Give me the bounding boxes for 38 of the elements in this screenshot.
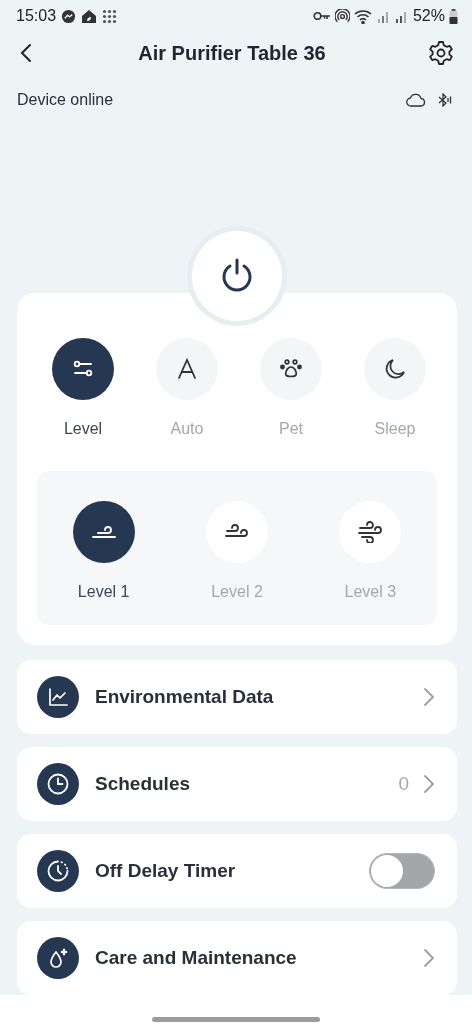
menu-card[interactable]: Off Delay Timer: [17, 834, 457, 908]
chat-bubble-icon: [61, 8, 77, 24]
chevron-right-icon: [423, 948, 435, 968]
clock-time: 15:03: [16, 7, 57, 26]
home-icon: [81, 8, 98, 24]
mode-option[interactable]: Level: [31, 338, 135, 438]
timer-icon: [46, 859, 70, 883]
signal-icon: [394, 9, 409, 23]
power-button[interactable]: [192, 231, 282, 321]
level-option[interactable]: Level 1: [37, 501, 171, 601]
signal-icon: [376, 9, 391, 23]
count-text: 0: [398, 773, 409, 795]
battery-percent: 52%: [412, 7, 445, 26]
line-chart-icon: [47, 686, 69, 708]
menu-label: Off Delay Timer: [95, 860, 236, 882]
battery-icon: [449, 8, 458, 24]
cloud-icon: [406, 92, 426, 107]
wifi-icon: [353, 8, 373, 24]
bluetooth-icon: [438, 92, 454, 107]
menu-card[interactable]: Schedules 0: [17, 747, 457, 821]
menu-label: Care and Maintenance: [95, 947, 297, 969]
key-icon: [312, 11, 331, 22]
menu-label: Environmental Data: [95, 686, 274, 708]
moon-icon: [383, 357, 407, 381]
clock-icon: [46, 772, 70, 796]
chevron-right-icon: [423, 687, 435, 707]
menu-card[interactable]: Environmental Data: [17, 660, 457, 734]
dots-grid-icon: [102, 8, 118, 24]
toggle-switch[interactable]: [369, 853, 435, 889]
menu-label: Schedules: [95, 773, 191, 795]
page-title: Air Purifier Table 36: [137, 41, 327, 65]
chevron-right-icon: [423, 774, 435, 794]
settings-icon: [428, 40, 454, 67]
wind-icon: [356, 521, 385, 543]
menu-card[interactable]: Care and Maintenance: [17, 921, 457, 995]
device-status: Device online: [17, 90, 114, 109]
letter-a-icon: [175, 357, 199, 381]
hotspot-icon: [334, 8, 350, 24]
